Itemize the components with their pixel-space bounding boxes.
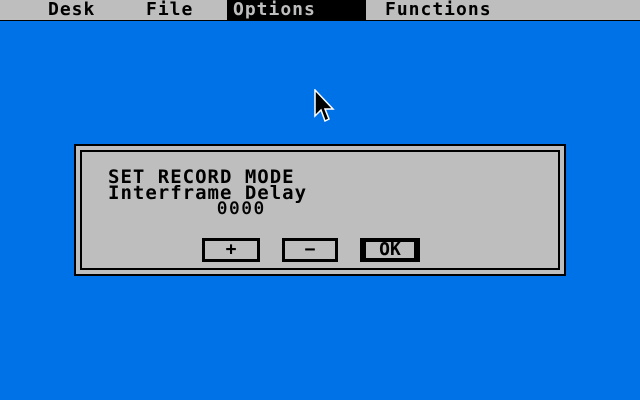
- interframe-delay-label: Interframe Delay: [108, 182, 308, 204]
- set-record-mode-dialog: SET RECORD MODE Interframe Delay 0000 + …: [74, 144, 566, 276]
- arrow-cursor-icon: [314, 89, 335, 123]
- menu-options[interactable]: Options: [227, 0, 366, 20]
- ok-button[interactable]: OK: [360, 238, 420, 262]
- menu-desk[interactable]: Desk: [42, 0, 101, 20]
- menu-file[interactable]: File: [140, 0, 199, 20]
- ok-button-label: OK: [366, 241, 414, 259]
- menu-bar: Desk File Options Functions: [0, 0, 640, 21]
- decrement-button[interactable]: −: [282, 238, 338, 262]
- menu-functions[interactable]: Functions: [379, 0, 498, 20]
- interframe-delay-value[interactable]: 0000: [217, 200, 266, 219]
- increment-button[interactable]: +: [202, 238, 260, 262]
